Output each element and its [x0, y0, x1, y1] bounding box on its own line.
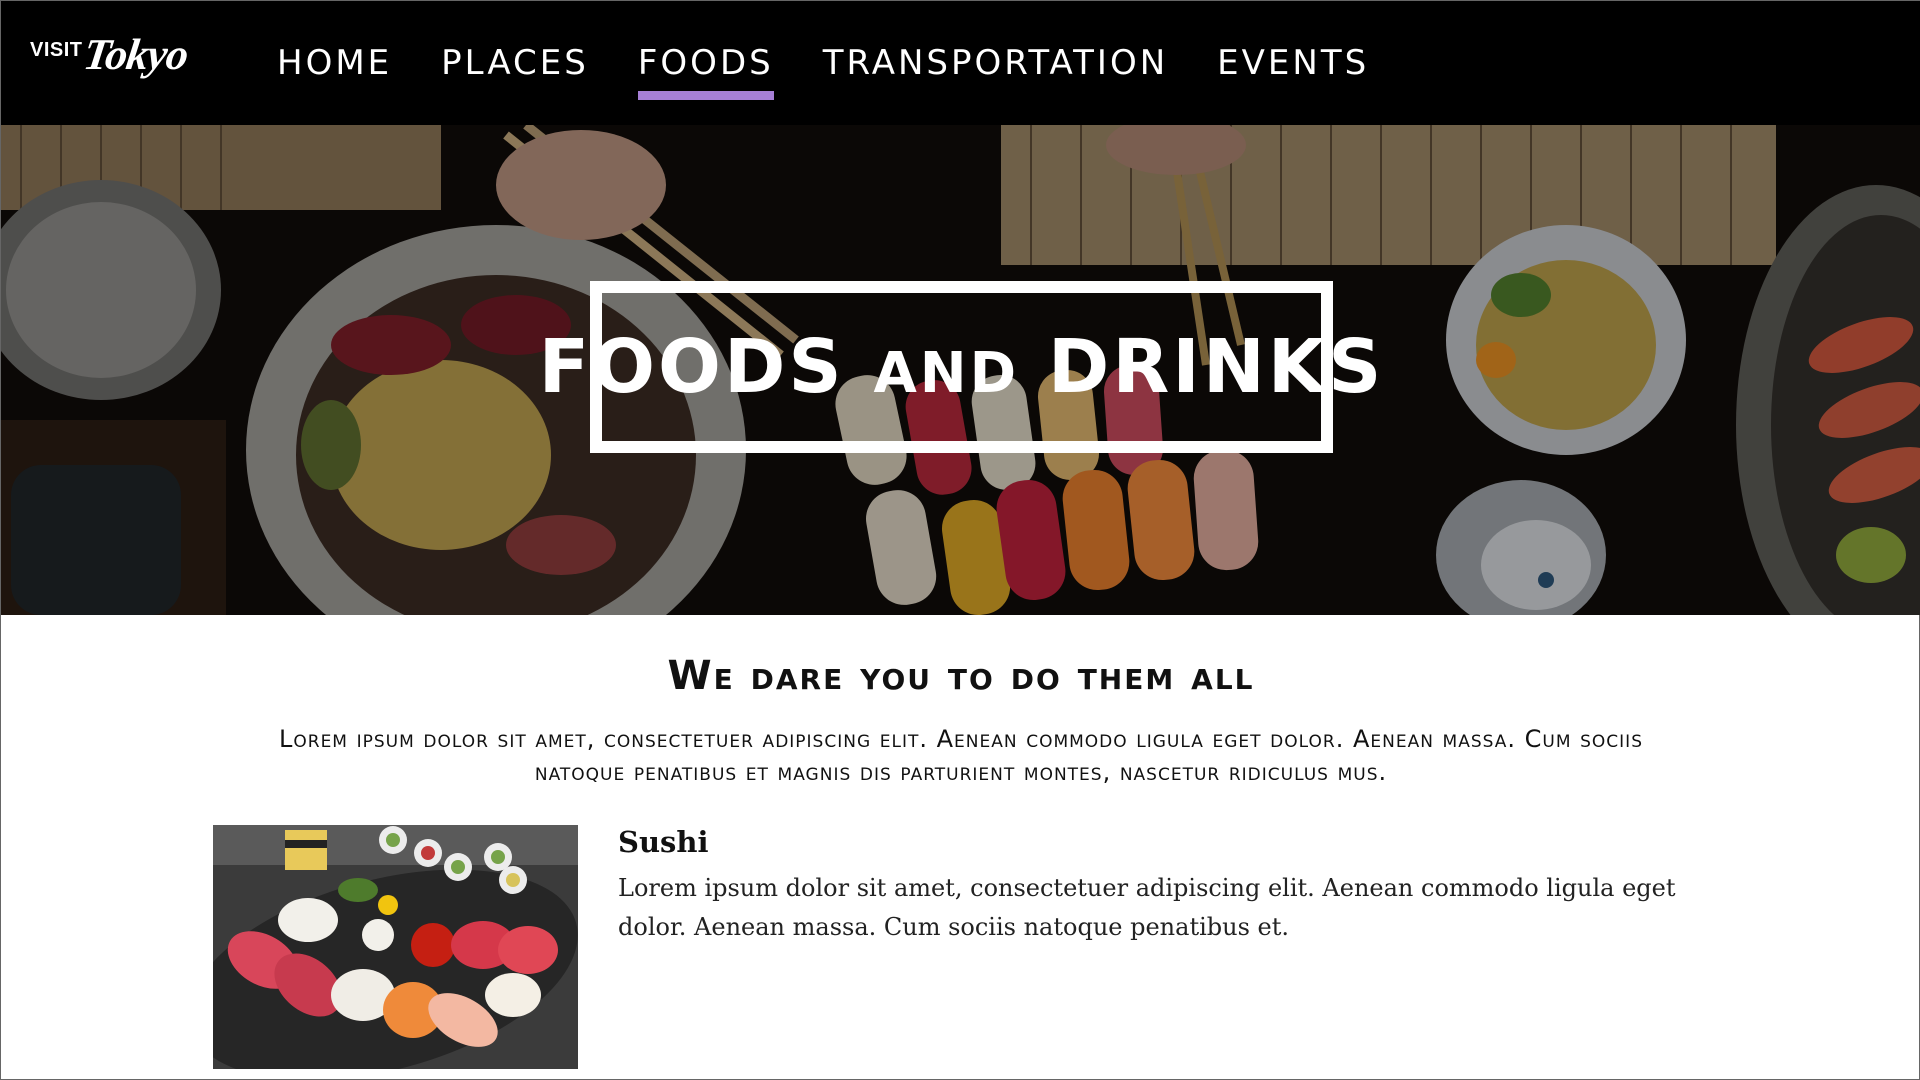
food-description: Lorem ipsum dolor sit amet, consectetuer… — [618, 874, 1676, 941]
hero-title-part-and: AND — [873, 341, 1020, 406]
hero-title-part-foods: FOODS — [538, 324, 874, 410]
section-intro: Lorem ipsum dolor sit amet, consectetuer… — [279, 725, 1643, 786]
logo-visit-text: VISIT — [30, 39, 83, 61]
hero-title-frame: FOODS AND DRINKS — [539, 281, 1381, 453]
hero-title-part-drinks: DRINKS — [1019, 324, 1385, 410]
section-heading: We dare you to do them all — [667, 653, 1255, 699]
nav-item-events[interactable]: EVENTS — [1217, 43, 1369, 101]
sushi-photo — [213, 825, 578, 1069]
nav-item-transportation[interactable]: TRANSPORTATION — [823, 43, 1168, 101]
nav-item-places[interactable]: PLACES — [441, 43, 589, 101]
hero-title: FOODS AND DRINKS — [539, 324, 1385, 410]
nav-item-home[interactable]: HOME — [277, 43, 392, 101]
food-item-sushi: Sushi Lorem ipsum dolor sit amet, consec… — [213, 825, 1713, 1069]
main-nav: HOME PLACES FOODS TRANSPORTATION EVENTS — [277, 43, 1418, 101]
top-navigation-bar: VISIT Tokyo HOME PLACES FOODS TRANSPORTA… — [1, 1, 1920, 125]
logo-city-text: Tokyo — [80, 30, 191, 79]
sushi-image — [213, 825, 578, 1069]
hero-banner: FOODS AND DRINKS — [1, 125, 1920, 615]
food-name: Sushi — [618, 825, 709, 859]
visit-tokyo-logo[interactable]: VISIT Tokyo — [30, 30, 191, 101]
nav-item-foods[interactable]: FOODS — [637, 43, 774, 101]
